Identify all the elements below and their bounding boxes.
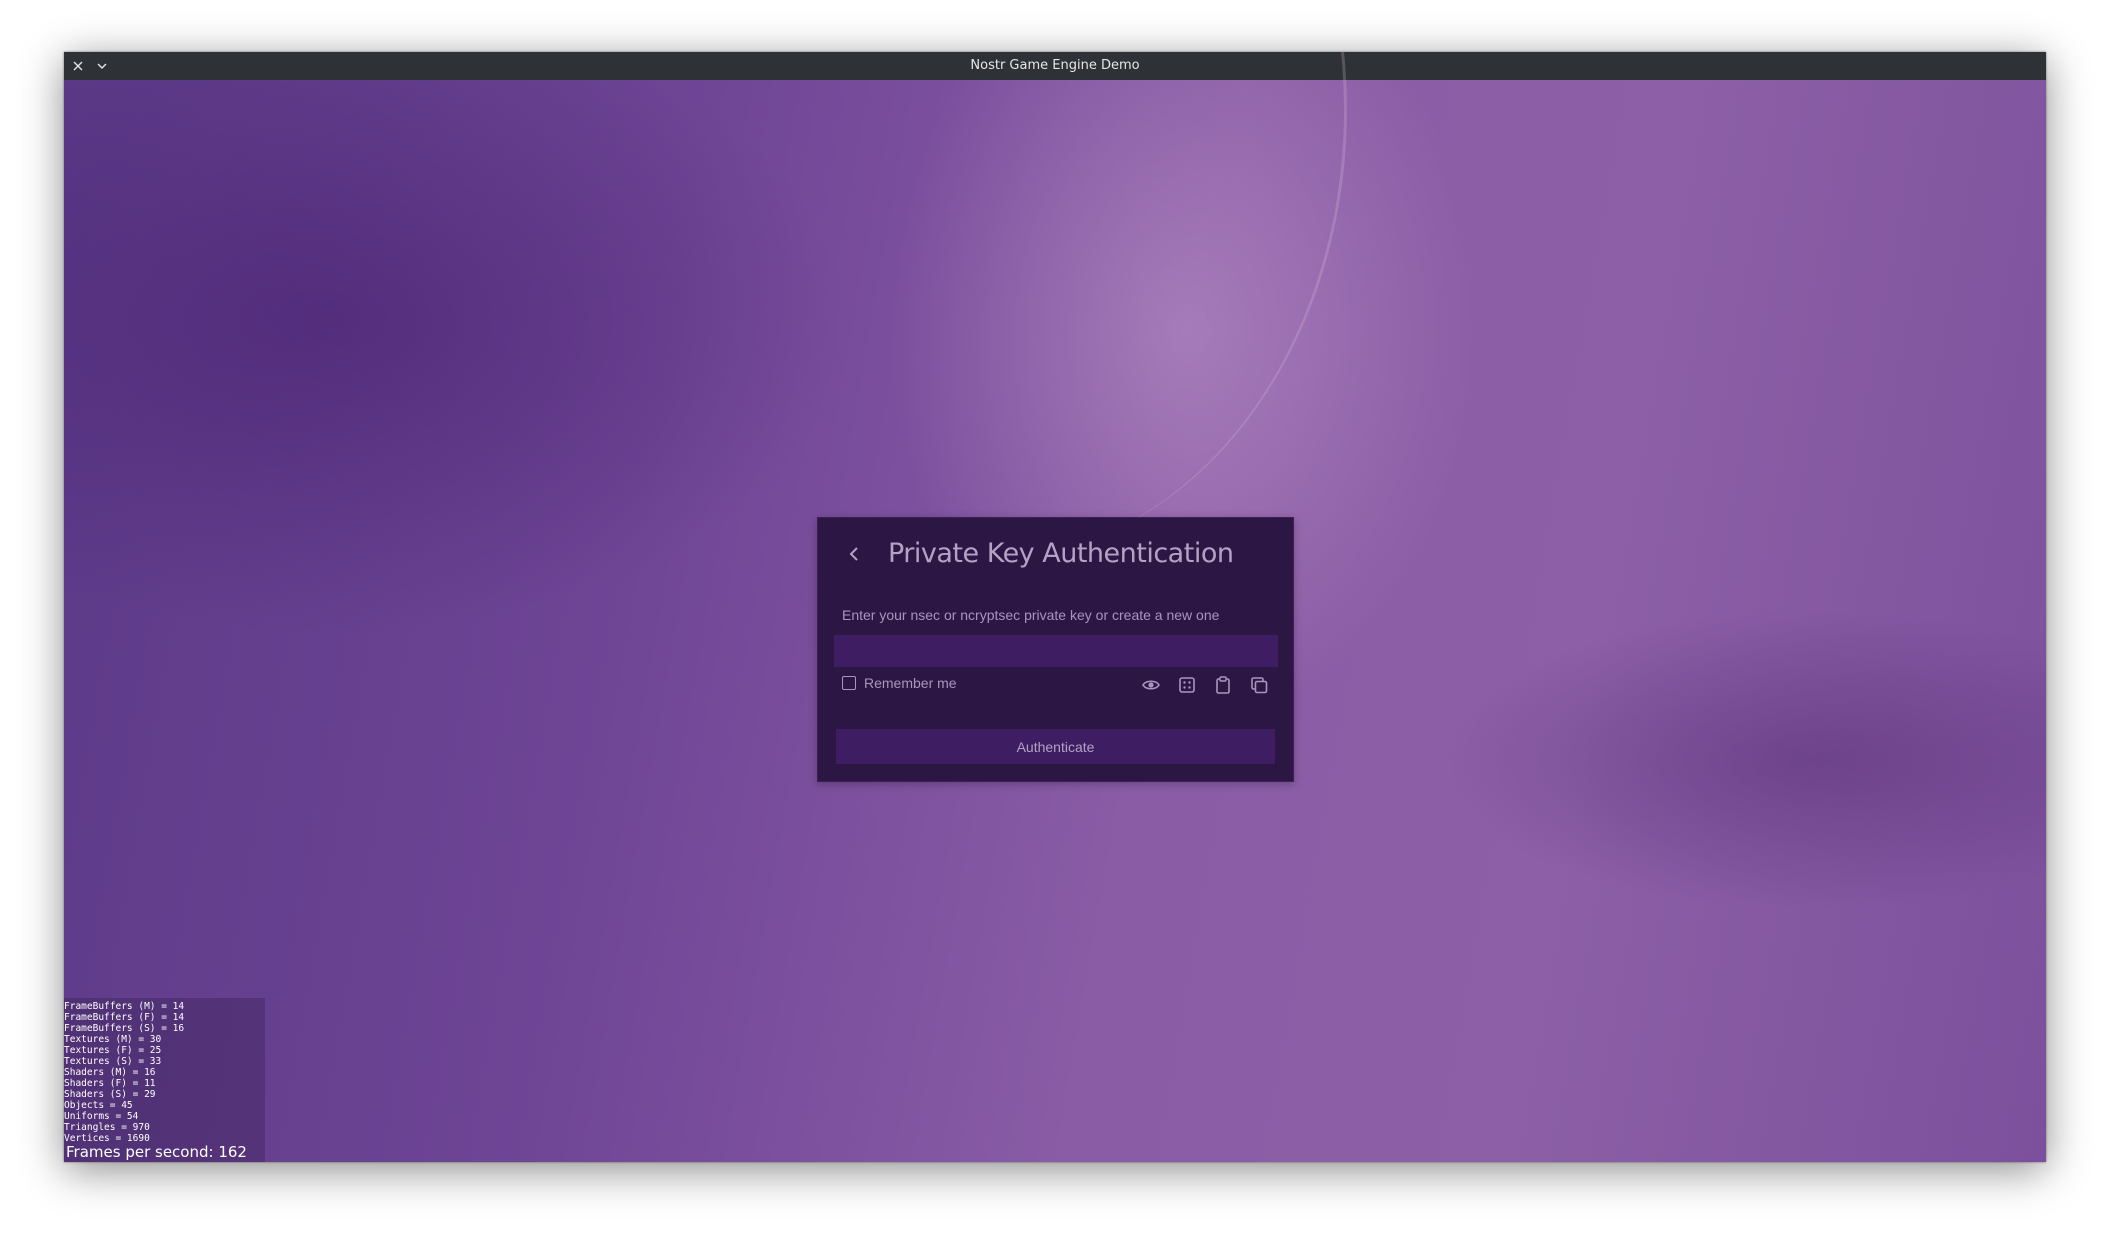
stat-line: Shaders (S) = 29 [64, 1089, 156, 1100]
stat-line: Shaders (M) = 16 [64, 1067, 156, 1078]
stat-line: Shaders (F) = 11 [64, 1078, 156, 1089]
stat-line: Objects = 45 [64, 1100, 133, 1111]
stat-line: Textures (F) = 25 [64, 1045, 162, 1056]
stat-line: Textures (S) = 33 [64, 1056, 162, 1067]
auth-dialog: Private Key Authentication Enter your ns… [817, 517, 1294, 782]
stat-line: Triangles = 970 [64, 1122, 150, 1133]
back-button[interactable] [842, 540, 866, 568]
dialog-subtitle: Enter your nsec or ncryptsec private key… [842, 607, 1220, 623]
stat-line: Textures (M) = 30 [64, 1034, 162, 1045]
copy-icon[interactable] [1248, 674, 1270, 696]
title-bar[interactable]: Nostr Game Engine Demo [64, 52, 2046, 80]
stat-line: FrameBuffers (F) = 14 [64, 1012, 185, 1023]
stat-line: FrameBuffers (M) = 14 [64, 1001, 185, 1012]
eye-icon[interactable] [1140, 674, 1162, 696]
remember-me-label: Remember me [864, 675, 957, 691]
stat-line: FrameBuffers (S) = 16 [64, 1023, 185, 1034]
stats-list: FrameBuffers (M) = 14 FrameBuffers (F) =… [64, 1001, 184, 1144]
chevron-left-icon [849, 547, 858, 561]
debug-stats-overlay: FrameBuffers (M) = 14 FrameBuffers (F) =… [64, 998, 265, 1162]
background-arc [624, 52, 1347, 560]
dice-icon[interactable] [1176, 674, 1198, 696]
private-key-input[interactable] [834, 635, 1278, 667]
checkbox-box[interactable] [842, 676, 856, 690]
fps-counter: Frames per second: 162 [66, 1143, 247, 1161]
paste-icon[interactable] [1212, 674, 1234, 696]
app-window: Nostr Game Engine Demo Private Key Authe… [64, 52, 2046, 1162]
authenticate-button[interactable]: Authenticate [836, 729, 1275, 764]
stat-line: Uniforms = 54 [64, 1111, 139, 1122]
game-viewport[interactable]: Private Key Authentication Enter your ns… [64, 52, 2046, 1162]
dialog-title: Private Key Authentication [888, 538, 1234, 569]
window-title: Nostr Game Engine Demo [970, 58, 1140, 73]
remember-me-checkbox[interactable]: Remember me [842, 675, 957, 691]
